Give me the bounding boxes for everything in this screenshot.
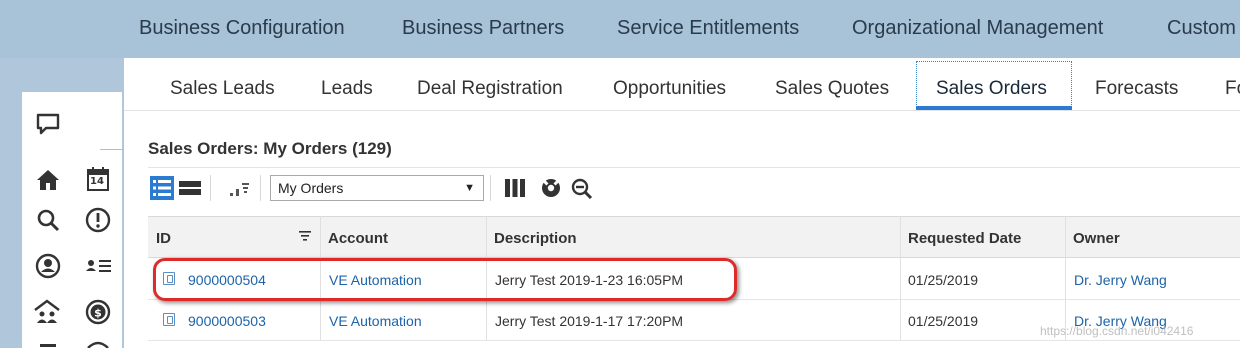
top-nav-service-entitlements[interactable]: Service Entitlements	[617, 17, 799, 40]
more-icon[interactable]	[36, 342, 60, 348]
tab-fo-truncated[interactable]: Fo	[1225, 78, 1240, 100]
list-title: Sales Orders: My Orders (129)	[148, 139, 392, 158]
view-select-value: My Orders	[278, 180, 344, 196]
feedback-icon[interactable]	[34, 110, 62, 138]
document-icon	[163, 313, 175, 326]
chevron-down-icon: ▼	[464, 182, 475, 194]
more-icon-2[interactable]	[86, 340, 110, 348]
column-header-owner[interactable]: Owner	[1073, 230, 1120, 247]
table-view-icon[interactable]	[178, 178, 202, 198]
highlight-annotation	[153, 258, 737, 301]
watermark-text: https://blog.csdn.net/i042416	[1040, 324, 1194, 338]
top-nav-custom[interactable]: Custom	[1167, 17, 1236, 40]
toolbar-divider	[210, 175, 211, 201]
main-panel: Sales Leads Leads Deal Registration Oppo…	[124, 58, 1240, 348]
calendar-day-label: 14	[90, 176, 104, 187]
tab-sales-quotes[interactable]: Sales Quotes	[775, 78, 889, 100]
column-header-description[interactable]: Description	[494, 230, 577, 247]
columns-icon[interactable]	[504, 178, 526, 198]
description-cell: Jerry Test 2019-1-17 17:20PM	[495, 313, 684, 329]
tab-opportunities[interactable]: Opportunities	[613, 78, 726, 100]
settings-icon[interactable]	[540, 177, 562, 199]
order-id-link[interactable]: 9000000503	[188, 313, 266, 329]
person-icon[interactable]	[34, 252, 62, 280]
top-navigation-bar: Business Configuration Business Partners…	[0, 0, 1240, 58]
tab-sales-orders[interactable]: Sales Orders	[936, 78, 1047, 100]
accounts-icon[interactable]	[32, 298, 62, 326]
column-header-requested-date[interactable]: Requested Date	[908, 230, 1021, 247]
zoom-out-icon[interactable]	[570, 177, 594, 200]
toolbar-divider	[490, 175, 491, 201]
calendar-icon[interactable]: 14	[84, 164, 112, 194]
sub-tab-bar: Sales Leads Leads Deal Registration Oppo…	[124, 58, 1240, 111]
top-nav-organizational-management[interactable]: Organizational Management	[852, 17, 1103, 40]
column-header-id[interactable]: ID	[156, 230, 171, 247]
list-view-icon[interactable]	[150, 176, 174, 200]
top-nav-business-configuration[interactable]: Business Configuration	[139, 17, 345, 40]
dollar-icon[interactable]: $	[84, 298, 112, 326]
left-icon-rail: 14 $	[22, 92, 136, 348]
view-select-dropdown[interactable]: My Orders ▼	[270, 175, 484, 201]
home-icon[interactable]	[34, 166, 62, 194]
requested-date-cell: 01/25/2019	[908, 272, 979, 288]
sort-icon[interactable]	[228, 179, 250, 199]
alert-icon[interactable]	[84, 206, 112, 234]
owner-link[interactable]: Dr. Jerry Wang	[1074, 272, 1167, 288]
svg-text:$: $	[94, 307, 102, 320]
toolbar-divider	[260, 175, 261, 201]
column-header-account[interactable]: Account	[328, 230, 388, 247]
tab-forecasts[interactable]: Forecasts	[1095, 78, 1178, 100]
search-icon[interactable]	[34, 206, 62, 234]
active-tab-indicator	[916, 106, 1072, 110]
table-header-row: ID Account Description Requested Date Ow…	[148, 216, 1240, 258]
filter-icon[interactable]	[298, 229, 312, 241]
tab-leads[interactable]: Leads	[321, 78, 373, 100]
title-divider	[148, 167, 1240, 168]
contacts-icon[interactable]	[84, 252, 114, 280]
top-nav-business-partners[interactable]: Business Partners	[402, 17, 564, 40]
tab-deal-registration[interactable]: Deal Registration	[417, 78, 563, 100]
requested-date-cell: 01/25/2019	[908, 313, 979, 329]
tab-sales-leads[interactable]: Sales Leads	[170, 78, 275, 100]
account-link[interactable]: VE Automation	[329, 313, 422, 329]
